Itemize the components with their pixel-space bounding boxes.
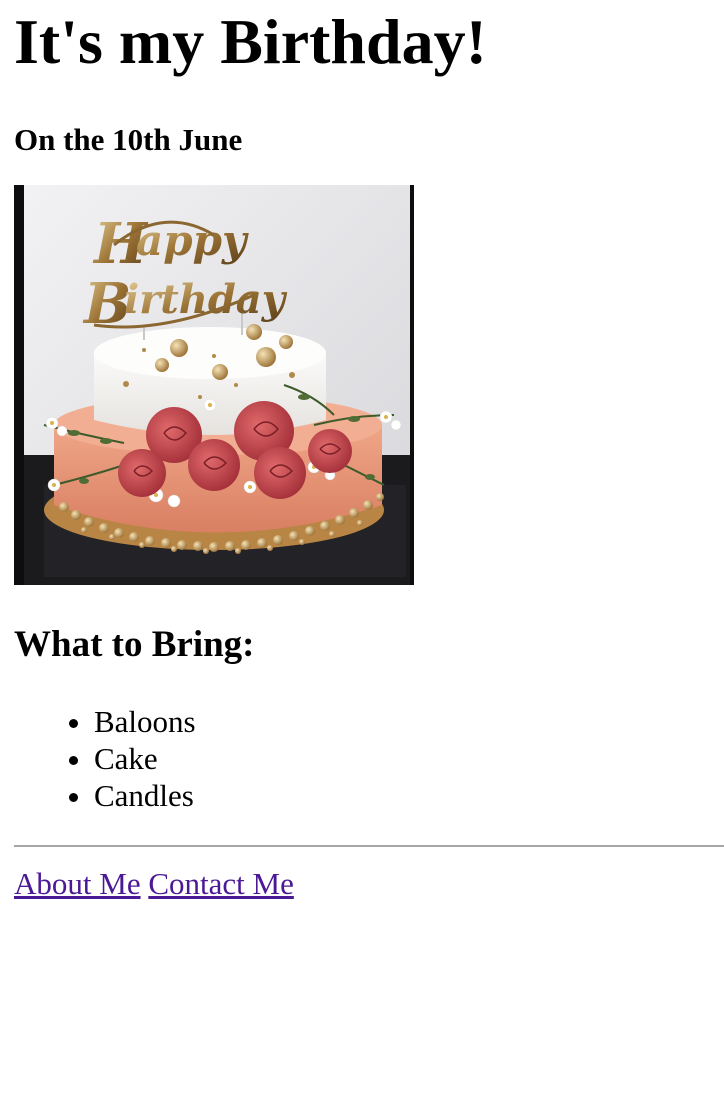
footer-links: About Me Contact Me	[14, 865, 724, 903]
cake-illustration: H appy B irthday	[14, 185, 414, 585]
birthday-cake-image: H appy B irthday	[14, 185, 414, 585]
contact-me-link[interactable]: Contact Me	[148, 866, 294, 901]
list-item: Cake	[94, 740, 724, 777]
event-date: On the 10th June	[14, 122, 243, 157]
list-item: Baloons	[94, 703, 724, 740]
page-content: It's my Birthday! On the 10th June H app…	[14, 0, 724, 903]
about-me-link[interactable]: About Me	[14, 866, 141, 901]
svg-text:irthday: irthday	[124, 276, 288, 323]
bring-list: Baloons Cake Candles	[14, 703, 724, 814]
divider	[14, 845, 724, 847]
list-item: Candles	[94, 777, 724, 814]
page-title: It's my Birthday!	[14, 6, 487, 77]
what-to-bring-heading: What to Bring:	[14, 624, 255, 665]
